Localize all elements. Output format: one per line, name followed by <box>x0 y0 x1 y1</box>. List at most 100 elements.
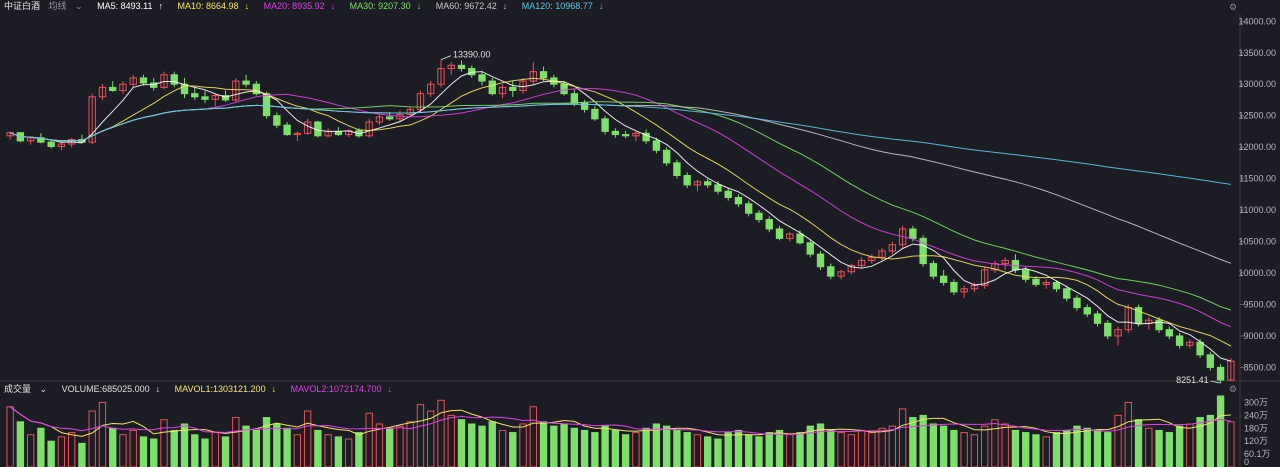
candle-body <box>796 233 804 244</box>
high-pointer <box>440 55 452 61</box>
volume-bar <box>919 414 927 467</box>
volume-bar <box>898 408 907 467</box>
volume-bar <box>293 434 302 467</box>
volume-bar <box>868 432 876 467</box>
volume-bar <box>539 421 548 467</box>
volume-bar <box>970 434 979 467</box>
volume-bar <box>929 423 938 467</box>
candle-body <box>1104 322 1112 337</box>
volume-bar <box>519 423 527 467</box>
candle-body <box>109 86 117 92</box>
candle-body <box>47 141 55 148</box>
volume-bar <box>857 429 866 467</box>
volume-bar <box>457 419 466 467</box>
candle-body <box>1073 297 1081 309</box>
volume-bar <box>150 438 158 467</box>
chart-stage: 中证白酒 均线 ⌄ MA5: 8493.11 ↑ MA10: 8664.98 ↓ M… <box>0 0 1280 467</box>
candle-body <box>734 197 743 205</box>
candle-body <box>478 74 486 82</box>
candle-body <box>929 263 938 277</box>
volume-bar <box>991 419 999 467</box>
candle-body <box>827 266 835 277</box>
volume-bar <box>591 432 599 467</box>
volume-tick-label: 300万 <box>1244 397 1268 407</box>
candle-body <box>1083 307 1091 315</box>
candle-body <box>775 228 784 239</box>
volume-bar <box>673 429 681 467</box>
candle-body <box>1093 313 1102 324</box>
volume-bar <box>447 414 455 467</box>
volume-bar <box>437 399 445 467</box>
candle-body <box>611 130 620 136</box>
high-label: 13390.00 <box>453 50 491 60</box>
volume-bar <box>704 436 712 467</box>
candle-body <box>201 96 209 100</box>
volume-bar <box>1001 423 1009 467</box>
volume-bar <box>334 436 343 467</box>
volume-bar <box>16 421 25 467</box>
volume-bar <box>560 423 568 467</box>
volume-tick-label: 0 <box>1244 457 1249 467</box>
candle-body <box>570 93 579 104</box>
volume-bar <box>365 412 373 467</box>
candle-body <box>1175 335 1184 346</box>
volume-bar <box>324 434 332 467</box>
candle-body <box>939 275 948 283</box>
volume-bar <box>570 427 579 467</box>
candle-body <box>704 181 712 186</box>
volume-bar <box>1175 425 1184 467</box>
volume-bar <box>980 425 989 467</box>
candle-body <box>509 86 517 92</box>
volume-bar <box>745 434 753 467</box>
candle-body <box>283 124 291 136</box>
volume-bar <box>1124 401 1132 467</box>
volume-bar <box>160 419 168 467</box>
volume-bar <box>119 434 127 467</box>
mavol1-line <box>9 406 1231 437</box>
volume-bar <box>611 429 620 467</box>
volume-bar <box>847 434 855 467</box>
volume-bar <box>827 429 835 467</box>
candle-body <box>673 162 681 176</box>
volume-bar <box>57 436 66 467</box>
volume-bar <box>724 432 732 467</box>
volume-bar <box>1093 429 1102 467</box>
candle-body <box>950 281 958 293</box>
volume-bar <box>909 417 917 467</box>
volume-bar <box>888 425 897 467</box>
volume-bar <box>529 406 537 467</box>
volume-bar <box>939 425 948 467</box>
price-tick-label: 12500.00 <box>1238 111 1276 121</box>
candle-body <box>139 77 148 84</box>
volume-bar <box>950 429 958 467</box>
volume-bar <box>765 432 773 467</box>
volume-bar <box>509 432 517 467</box>
volume-bar <box>37 427 45 467</box>
candle-body <box>683 174 691 186</box>
volume-bar <box>878 427 886 467</box>
volume-bar <box>621 434 630 467</box>
candle-body <box>909 228 917 239</box>
volume-bar <box>344 438 353 467</box>
ma5-line <box>9 71 1232 362</box>
volume-bar <box>375 423 384 467</box>
volume-bar <box>601 425 609 467</box>
volume-bar <box>1104 432 1112 467</box>
volume-bar <box>468 423 476 467</box>
volume-bar <box>714 438 722 467</box>
volume-bar <box>662 425 671 467</box>
candle-body <box>560 83 568 95</box>
candle-body <box>386 116 394 120</box>
candle-body <box>755 212 763 221</box>
volume-tick-label: 120万 <box>1244 436 1268 446</box>
volume-bar <box>755 436 763 467</box>
candle-body <box>1032 278 1040 285</box>
candle-body <box>273 115 281 126</box>
volume-bar <box>1011 429 1020 467</box>
volume-bar <box>796 432 804 467</box>
volume-bar <box>283 427 291 467</box>
volume-bar <box>201 438 209 467</box>
volume-bar <box>734 429 743 467</box>
candle-body <box>745 203 753 214</box>
volume-bar <box>960 432 968 467</box>
